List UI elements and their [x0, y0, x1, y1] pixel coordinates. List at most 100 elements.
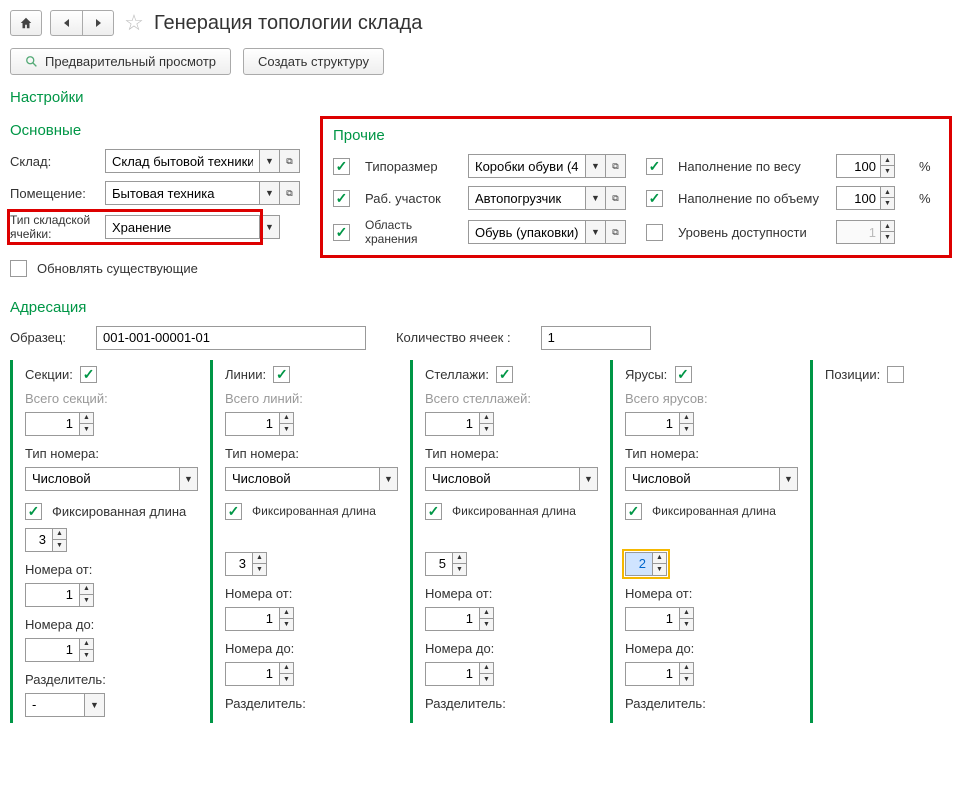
dropdown-btn[interactable]: ▼ [85, 693, 105, 717]
fixed-len-label: Фиксированная длина [452, 504, 576, 518]
fill-weight-checkbox[interactable] [646, 158, 663, 175]
cell-type-input[interactable] [105, 215, 260, 239]
total-lines-input[interactable] [225, 412, 280, 436]
warehouse-dropdown-btn[interactable]: ▼ [260, 149, 280, 173]
fixed-len-input-3[interactable] [425, 552, 453, 576]
room-input[interactable] [105, 181, 260, 205]
fill-weight-label: Наполнение по весу [678, 159, 828, 174]
fixed-len-input-4[interactable] [625, 552, 653, 576]
racks-label: Стеллажи: [425, 367, 489, 382]
fixed-len-checkbox-1[interactable] [25, 503, 42, 520]
sample-label: Образец: [10, 330, 66, 345]
room-dropdown-btn[interactable]: ▼ [260, 181, 280, 205]
room-open-btn[interactable]: ⧉ [280, 181, 300, 205]
storagearea-dropdown-btn[interactable]: ▼ [586, 220, 606, 244]
total-racks-label: Всего стеллажей: [425, 391, 598, 406]
back-button[interactable] [50, 10, 82, 36]
to-input-4[interactable] [625, 662, 680, 686]
fixed-len-checkbox-3[interactable] [425, 503, 442, 520]
dropdown-btn[interactable]: ▼ [180, 467, 198, 491]
workarea-dropdown-btn[interactable]: ▼ [586, 186, 606, 210]
num-type-label: Тип номера: [25, 446, 198, 461]
to-input-3[interactable] [425, 662, 480, 686]
from-input-3[interactable] [425, 607, 480, 631]
total-tiers-input[interactable] [625, 412, 680, 436]
home-button[interactable] [10, 10, 42, 36]
sections-label: Секции: [25, 367, 73, 382]
dropdown-btn[interactable]: ▼ [380, 467, 398, 491]
highlight-other-section: Прочие Типоразмер ▼ ⧉ Наполнение по весу… [320, 116, 952, 258]
typesize-open-btn[interactable]: ⧉ [606, 154, 626, 178]
from-input-4[interactable] [625, 607, 680, 631]
to-input-1[interactable] [25, 638, 80, 662]
spinner-down[interactable]: ▼ [881, 166, 894, 177]
num-type-input-4[interactable] [625, 467, 780, 491]
total-lines-label: Всего линий: [225, 391, 398, 406]
spinner-up[interactable]: ▲ [881, 221, 894, 232]
storagearea-checkbox[interactable] [333, 224, 350, 241]
fixed-len-input-1[interactable] [25, 528, 53, 552]
sections-checkbox[interactable] [80, 366, 97, 383]
spinner-down[interactable]: ▼ [881, 232, 894, 243]
to-label: Номера до: [25, 617, 198, 632]
fill-volume-input[interactable] [836, 186, 881, 210]
update-existing-checkbox[interactable] [10, 260, 27, 277]
storagearea-open-btn[interactable]: ⧉ [606, 220, 626, 244]
lines-checkbox[interactable] [273, 366, 290, 383]
preview-button[interactable]: Предварительный просмотр [10, 48, 231, 75]
fill-weight-input[interactable] [836, 154, 881, 178]
warehouse-open-btn[interactable]: ⧉ [280, 149, 300, 173]
fixed-len-checkbox-4[interactable] [625, 503, 642, 520]
spinner-up[interactable]: ▲ [881, 187, 894, 198]
update-existing-label: Обновлять существующие [37, 261, 198, 276]
spinner-up[interactable]: ▲ [881, 155, 894, 166]
workarea-label: Раб. участок [365, 191, 460, 206]
typesize-input[interactable] [468, 154, 586, 178]
from-input-1[interactable] [25, 583, 80, 607]
settings-heading: Настройки [10, 89, 947, 106]
positions-checkbox[interactable] [887, 366, 904, 383]
separator-label: Разделитель: [625, 696, 798, 711]
fixed-len-checkbox-2[interactable] [225, 503, 242, 520]
total-sections-input[interactable] [25, 412, 80, 436]
typesize-checkbox[interactable] [333, 158, 350, 175]
positions-label: Позиции: [825, 367, 880, 382]
workarea-open-btn[interactable]: ⧉ [606, 186, 626, 210]
warehouse-input[interactable] [105, 149, 260, 173]
num-type-input-2[interactable] [225, 467, 380, 491]
workarea-checkbox[interactable] [333, 190, 350, 207]
lines-label: Линии: [225, 367, 266, 382]
fixed-len-input-2[interactable] [225, 552, 253, 576]
access-level-checkbox[interactable] [646, 224, 663, 241]
forward-button[interactable] [82, 10, 114, 36]
dropdown-btn[interactable]: ▼ [580, 467, 598, 491]
total-racks-input[interactable] [425, 412, 480, 436]
total-sections-label: Всего секций: [25, 391, 198, 406]
num-type-label: Тип номера: [425, 446, 598, 461]
num-type-input-3[interactable] [425, 467, 580, 491]
count-input[interactable] [541, 326, 651, 350]
racks-checkbox[interactable] [496, 366, 513, 383]
fill-volume-label: Наполнение по объему [678, 191, 828, 206]
separator-label: Разделитель: [25, 672, 198, 687]
to-label: Номера до: [225, 641, 398, 656]
to-input-2[interactable] [225, 662, 280, 686]
sample-input[interactable] [96, 326, 366, 350]
tiers-checkbox[interactable] [675, 366, 692, 383]
favorite-star-icon[interactable]: ☆ [122, 11, 146, 35]
num-type-label: Тип номера: [225, 446, 398, 461]
spinner-down[interactable]: ▼ [881, 198, 894, 209]
num-type-input-1[interactable] [25, 467, 180, 491]
page-title: Генерация топологии склада [154, 12, 422, 35]
fill-volume-checkbox[interactable] [646, 190, 663, 207]
storagearea-input[interactable] [468, 220, 586, 244]
dropdown-btn[interactable]: ▼ [780, 467, 798, 491]
from-input-2[interactable] [225, 607, 280, 631]
separator-input-1[interactable] [25, 693, 85, 717]
create-structure-button[interactable]: Создать структуру [243, 48, 384, 75]
percent-label-2: % [919, 191, 939, 206]
other-section-heading: Прочие [333, 127, 939, 144]
typesize-dropdown-btn[interactable]: ▼ [586, 154, 606, 178]
workarea-input[interactable] [468, 186, 586, 210]
cell-type-dropdown-btn[interactable]: ▼ [260, 215, 280, 239]
